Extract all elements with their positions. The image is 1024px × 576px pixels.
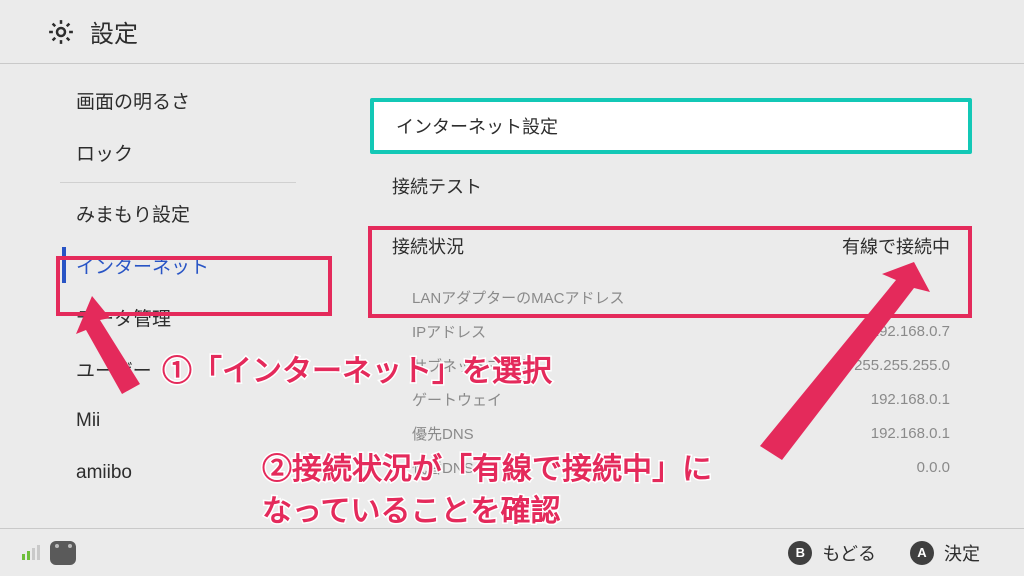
gear-icon [46, 17, 76, 47]
ok-button[interactable]: A 決定 [910, 540, 980, 566]
info-row: IPアドレス192.168.0.7 [412, 314, 972, 348]
footer: B もどる A 決定 [0, 528, 1024, 576]
info-row: LANアダプターのMACアドレス [412, 280, 972, 314]
sidebar-item-parental[interactable]: みまもり設定 [0, 187, 340, 239]
info-row: 代替DNS0.0.0 [412, 450, 972, 484]
sidebar-item-internet[interactable]: インターネット [0, 239, 340, 291]
info-row: 優先DNS192.168.0.1 [412, 416, 972, 450]
sidebar-item-brightness[interactable]: 画面の明るさ [0, 74, 340, 126]
sidebar-item-amiibo[interactable]: amiibo [0, 447, 340, 499]
main-panel: インターネット設定 接続テスト 接続状況 有線で接続中 LANアダプターのMAC… [340, 64, 1024, 528]
info-row: サブネットマスク255.255.255.0 [412, 348, 972, 382]
sidebar-separator [60, 182, 296, 183]
back-button[interactable]: B もどる [788, 540, 876, 566]
battery-icon [22, 545, 40, 560]
page-title: 設定 [90, 14, 138, 49]
sidebar: 画面の明るさ ロック みまもり設定 インターネット データ管理 ユーザー Mii… [0, 64, 340, 528]
option-connection-test[interactable]: 接続テスト [370, 158, 972, 214]
b-button-icon: B [788, 541, 812, 565]
header: 設定 [0, 0, 1024, 64]
a-button-icon: A [910, 541, 934, 565]
network-info-list: LANアダプターのMACアドレス IPアドレス192.168.0.7 サブネット… [370, 274, 972, 484]
info-row: ゲートウェイ192.168.0.1 [412, 382, 972, 416]
status-value: 有線で接続中 [842, 233, 950, 259]
joycon-icon [50, 541, 76, 565]
sidebar-item-user[interactable]: ユーザー [0, 343, 340, 395]
sidebar-item-data[interactable]: データ管理 [0, 291, 340, 343]
connection-status-row: 接続状況 有線で接続中 [370, 218, 972, 274]
sidebar-item-lock[interactable]: ロック [0, 126, 340, 178]
sidebar-item-mii[interactable]: Mii [0, 395, 340, 447]
controller-status [22, 541, 76, 565]
status-label: 接続状況 [392, 233, 464, 259]
option-internet-settings[interactable]: インターネット設定 [370, 98, 972, 154]
